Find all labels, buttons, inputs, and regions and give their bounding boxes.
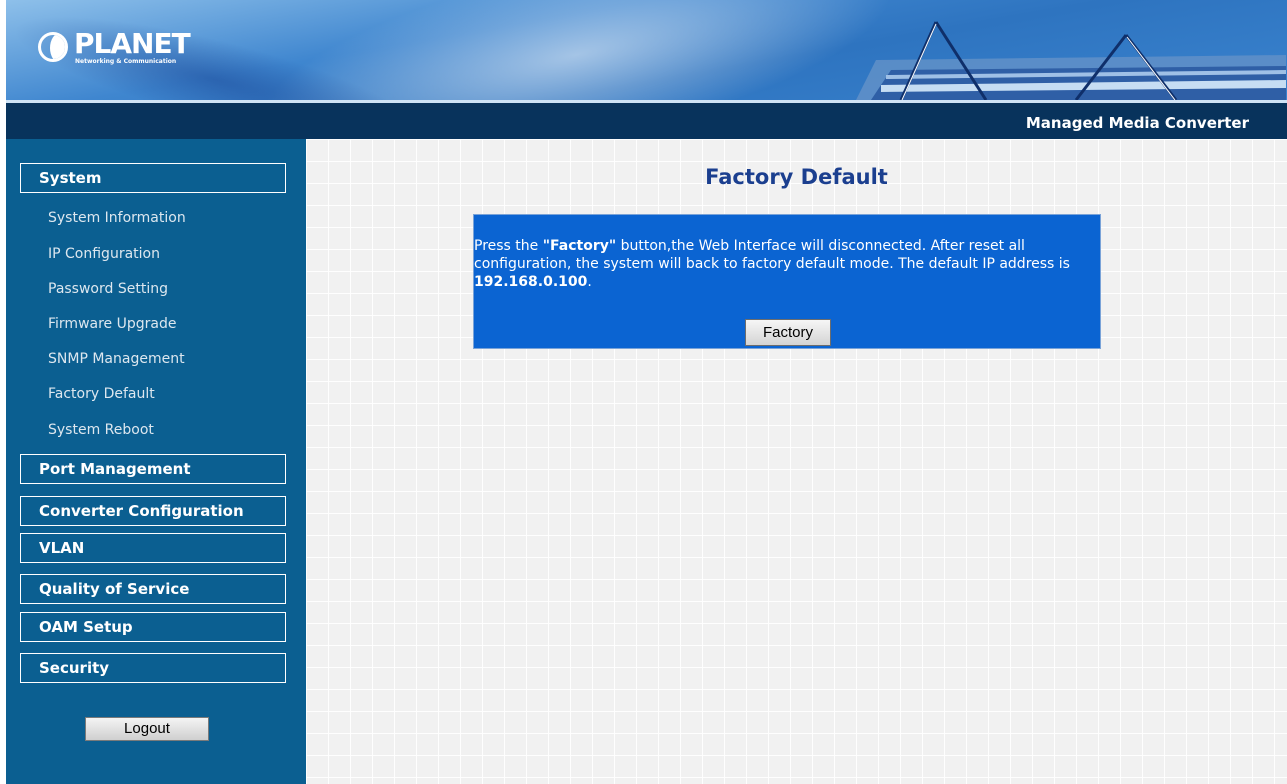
menu-item-factory-default[interactable]: Factory Default — [48, 385, 155, 403]
header-banner: PLANET Networking & Communication — [6, 0, 1287, 100]
message-part-1: Press the — [474, 238, 543, 254]
device-illustration — [856, 21, 1286, 100]
menu-item-system-reboot[interactable]: System Reboot — [48, 421, 154, 439]
menu-system[interactable]: System — [20, 163, 286, 193]
menu-oam-setup[interactable]: OAM Setup — [20, 612, 286, 642]
sidebar: System System Information IP Configurati… — [6, 139, 306, 784]
factory-button[interactable]: Factory — [745, 319, 831, 346]
logout-button[interactable]: Logout — [85, 717, 209, 741]
menu-item-system-information[interactable]: System Information — [48, 209, 186, 227]
logo-tagline: Networking & Communication — [75, 58, 177, 65]
factory-default-message: Press the "Factory" button,the Web Inter… — [474, 237, 1096, 291]
logo-text: PLANET — [74, 27, 191, 60]
menu-item-firmware-upgrade[interactable]: Firmware Upgrade — [48, 315, 176, 333]
message-part-3: . — [587, 274, 592, 290]
planet-logo: PLANET Networking & Communication — [38, 28, 208, 68]
menu-quality-of-service[interactable]: Quality of Service — [20, 574, 286, 604]
page-title: Factory Default — [705, 165, 888, 189]
message-default-ip: 192.168.0.100 — [474, 274, 588, 290]
menu-port-management[interactable]: Port Management — [20, 454, 286, 484]
menu-item-snmp-management[interactable]: SNMP Management — [48, 350, 185, 368]
factory-default-panel: Press the "Factory" button,the Web Inter… — [473, 214, 1101, 349]
menu-converter-configuration[interactable]: Converter Configuration — [20, 496, 286, 526]
menu-item-ip-configuration[interactable]: IP Configuration — [48, 245, 160, 263]
main-content: Factory Default Press the "Factory" butt… — [306, 139, 1287, 784]
message-factory-keyword: "Factory" — [542, 238, 617, 254]
planet-logo-mark — [38, 32, 68, 62]
title-bar: Managed Media Converter — [6, 103, 1287, 139]
menu-item-password-setting[interactable]: Password Setting — [48, 280, 168, 298]
menu-vlan[interactable]: VLAN — [20, 533, 286, 563]
product-title: Managed Media Converter — [1025, 114, 1249, 132]
menu-security[interactable]: Security — [20, 653, 286, 683]
